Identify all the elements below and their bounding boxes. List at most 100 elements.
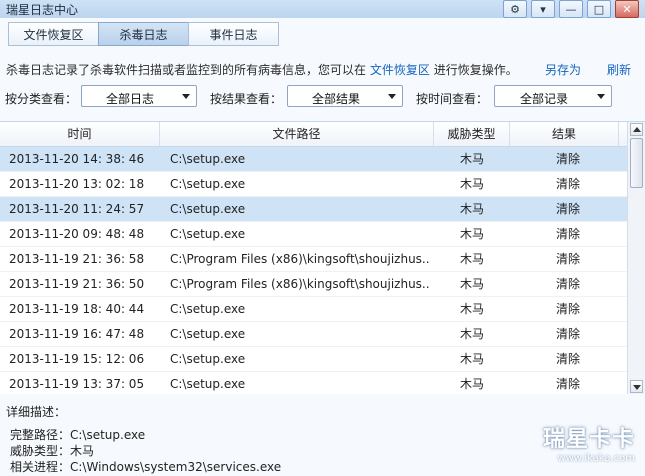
cell-path: C:\setup.exe: [170, 302, 246, 316]
cell-time: 2013-11-20 09: 48: 48: [9, 227, 145, 241]
table-row[interactable]: 2013-11-19 18: 40: 44 C:\setup.exe 木马 清除: [0, 297, 628, 322]
cell-time: 2013-11-19 21: 36: 58: [9, 252, 145, 266]
save-as-link[interactable]: 另存为: [545, 61, 581, 78]
cell-result: 清除: [555, 252, 580, 266]
chevron-down-icon: [597, 94, 605, 99]
time-filter-label: 按时间查看：: [416, 92, 489, 106]
cell-path: C:\setup.exe: [170, 352, 246, 366]
result-filter-value: 全部结果: [311, 92, 360, 106]
tab-event-log[interactable]: 事件日志: [188, 22, 279, 46]
cell-result: 清除: [555, 227, 580, 241]
cell-threat-type: 木马: [459, 152, 484, 166]
cell-time: 2013-11-19 15: 12: 06: [9, 352, 145, 366]
detail-title: 详细描述：: [6, 405, 67, 419]
vertical-scrollbar[interactable]: [627, 122, 645, 394]
cell-path: C:\setup.exe: [170, 202, 246, 216]
table-row[interactable]: 2013-11-19 16: 47: 48 C:\setup.exe 木马 清除: [0, 322, 628, 347]
gear-icon[interactable]: ⚙: [503, 0, 527, 18]
table-row[interactable]: 2013-11-20 11: 24: 57 C:\setup.exe 木马 清除: [0, 197, 628, 222]
detail-threat-type: 威胁类型：木马: [10, 444, 95, 458]
table-row[interactable]: 2013-11-19 21: 36: 58 C:\Program Files (x…: [0, 247, 628, 272]
category-filter-select[interactable]: 全部日志: [81, 85, 197, 107]
result-filter-select[interactable]: 全部结果: [287, 85, 403, 107]
cell-threat-type: 木马: [459, 377, 484, 391]
cell-time: 2013-11-19 18: 40: 44: [9, 302, 145, 316]
chevron-down-icon: [182, 94, 190, 99]
time-filter-value: 全部记录: [519, 92, 568, 106]
category-filter-value: 全部日志: [105, 92, 154, 106]
cell-time: 2013-11-19 21: 36: 50: [9, 277, 145, 291]
table-header: 时间 文件路径 威胁类型 结果: [0, 122, 628, 147]
cell-threat-type: 木马: [459, 277, 484, 291]
cell-threat-type: 木马: [459, 227, 484, 241]
header-result[interactable]: 结果: [510, 122, 619, 146]
tab-bar: 文件恢复区 杀毒日志 事件日志: [8, 22, 279, 46]
scroll-thumb[interactable]: [630, 138, 643, 188]
cell-result: 清除: [555, 302, 580, 316]
time-filter-select[interactable]: 全部记录: [494, 85, 612, 107]
cell-threat-type: 木马: [459, 302, 484, 316]
cell-time: 2013-11-19 16: 47: 48: [9, 327, 145, 341]
table-row[interactable]: 2013-11-20 09: 48: 48 C:\setup.exe 木马 清除: [0, 222, 628, 247]
window-controls: ⚙ ▾ — □ ✕: [503, 0, 639, 18]
category-filter-label: 按分类查看：: [5, 92, 78, 106]
menu-icon[interactable]: ▾: [531, 0, 555, 18]
close-icon[interactable]: ✕: [615, 0, 639, 18]
cell-time: 2013-11-20 13: 02: 18: [9, 177, 145, 191]
cell-path: C:\setup.exe: [170, 327, 246, 341]
cell-threat-type: 木马: [459, 327, 484, 341]
info-text-before: 杀毒日志记录了杀毒软件扫描或者监控到的所有病毒信息，您可以在: [6, 63, 367, 77]
file-recovery-link[interactable]: 文件恢复区: [370, 63, 430, 77]
detail-process: 相关进程：C:\Windows\system32\services.exe: [10, 460, 282, 474]
cell-threat-type: 木马: [459, 177, 484, 191]
info-text-after: 进行恢复操作。: [433, 63, 518, 77]
cell-result: 清除: [555, 277, 580, 291]
cell-time: 2013-11-20 14: 38: 46: [9, 152, 145, 166]
cell-threat-type: 木马: [459, 352, 484, 366]
header-path[interactable]: 文件路径: [160, 122, 434, 146]
cell-time: 2013-11-20 11: 24: 57: [9, 202, 145, 216]
cell-result: 清除: [555, 352, 580, 366]
result-filter-label: 按结果查看：: [210, 92, 283, 106]
cell-path: C:\setup.exe: [170, 152, 246, 166]
detail-panel: 详细描述： 完整路径：C:\setup.exe 威胁类型：木马 相关进程：C:\…: [0, 394, 645, 476]
cell-path: C:\setup.exe: [170, 177, 246, 191]
cell-time: 2013-11-19 13: 37: 05: [9, 377, 145, 391]
scroll-up-icon[interactable]: [630, 123, 643, 136]
header-threat-type[interactable]: 威胁类型: [434, 122, 510, 146]
table-row[interactable]: 2013-11-19 13: 37: 05 C:\setup.exe 木马 清除: [0, 372, 628, 393]
scroll-down-icon[interactable]: [630, 380, 643, 393]
table-row[interactable]: 2013-11-19 15: 12: 06 C:\setup.exe 木马 清除: [0, 347, 628, 372]
table-row[interactable]: 2013-11-20 14: 38: 46 C:\setup.exe 木马 清除: [0, 147, 628, 172]
cell-path: C:\Program Files (x86)\kingsoft\shoujizh…: [170, 277, 430, 291]
watermark-url: www.ikaka.com: [557, 453, 635, 464]
table-body: 2013-11-20 14: 38: 46 C:\setup.exe 木马 清除 201…: [0, 147, 628, 393]
minimize-icon[interactable]: —: [559, 0, 583, 18]
chevron-down-icon: [388, 94, 396, 99]
cell-result: 清除: [555, 202, 580, 216]
log-center-window: 瑞星日志中心 ⚙ ▾ — □ ✕ 文件恢复区 杀毒日志 事件日志 杀毒日志记录了…: [0, 0, 645, 476]
cell-result: 清除: [555, 377, 580, 391]
cell-threat-type: 木马: [459, 252, 484, 266]
cell-threat-type: 木马: [459, 202, 484, 216]
maximize-icon[interactable]: □: [587, 0, 611, 18]
cell-result: 清除: [555, 177, 580, 191]
cell-path: C:\setup.exe: [170, 377, 246, 391]
cell-result: 清除: [555, 327, 580, 341]
table-row[interactable]: 2013-11-19 21: 36: 50 C:\Program Files (x…: [0, 272, 628, 297]
watermark-brand: 瑞星卡卡: [542, 427, 635, 452]
log-table: 时间 文件路径 威胁类型 结果 2013-11-20 14: 38: 46 C:\…: [0, 121, 645, 395]
watermark-logo: 瑞星卡卡 www.ikaka.com: [543, 421, 635, 464]
info-text: 杀毒日志记录了杀毒软件扫描或者监控到的所有病毒信息，您可以在 文件恢复区 进行恢…: [6, 61, 518, 78]
title-bar: 瑞星日志中心 ⚙ ▾ — □ ✕: [0, 0, 645, 18]
cell-result: 清除: [555, 152, 580, 166]
refresh-link[interactable]: 刷新: [607, 61, 631, 78]
detail-path: 完整路径：C:\setup.exe: [10, 428, 146, 442]
cell-path: C:\Program Files (x86)\kingsoft\shoujizh…: [170, 252, 430, 266]
table-row[interactable]: 2013-11-20 13: 02: 18 C:\setup.exe 木马 清除: [0, 172, 628, 197]
tab-file-recovery[interactable]: 文件恢复区: [8, 22, 99, 46]
header-time[interactable]: 时间: [0, 122, 160, 146]
cell-path: C:\setup.exe: [170, 227, 246, 241]
tab-antivirus-log[interactable]: 杀毒日志: [98, 22, 189, 46]
window-title: 瑞星日志中心: [6, 3, 79, 17]
